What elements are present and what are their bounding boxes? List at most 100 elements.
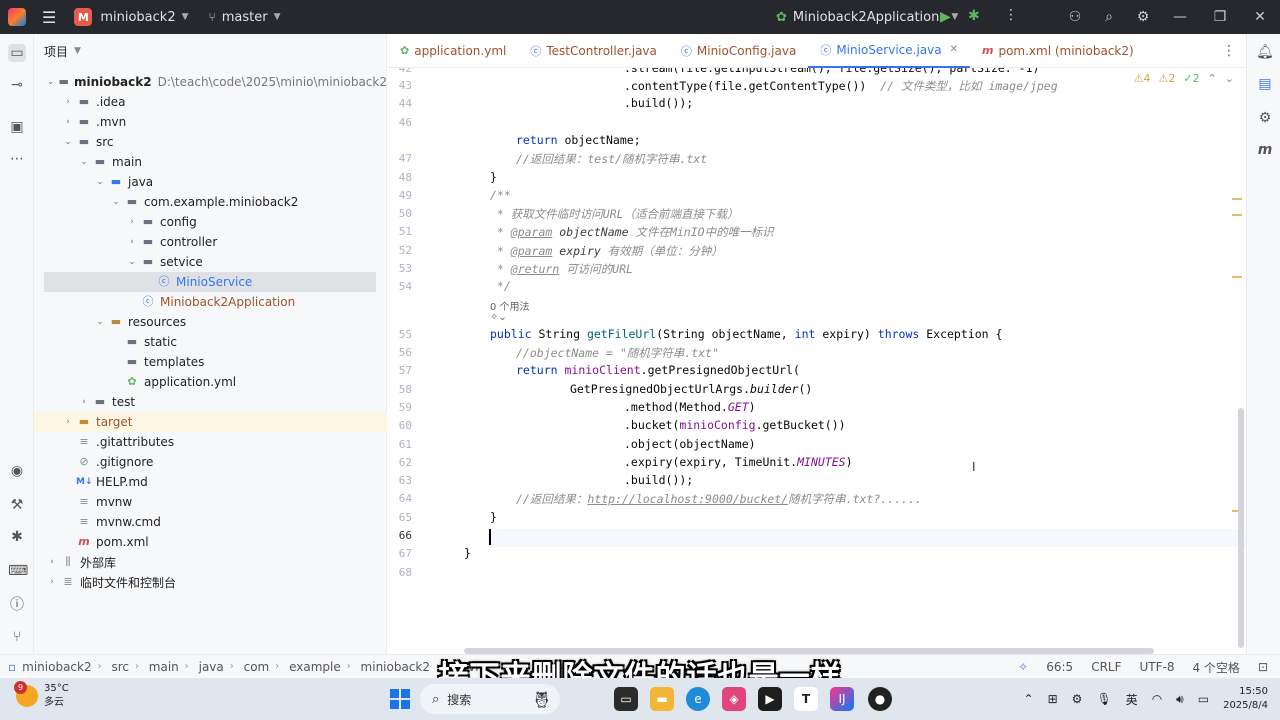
notifications-icon[interactable]: 🔔︎ bbox=[1256, 44, 1274, 60]
project-switcher[interactable]: minioback2 bbox=[100, 10, 175, 25]
tab-minioservice[interactable]: ⓒ MinioService.java ✕ bbox=[808, 34, 970, 68]
chevron-right-icon[interactable]: › bbox=[62, 97, 74, 107]
search-icon[interactable]: ⌕ bbox=[1092, 9, 1126, 25]
add-user-icon[interactable]: ⚇ bbox=[1058, 9, 1092, 25]
chevron-right-icon[interactable]: › bbox=[62, 117, 74, 127]
tab-testcontroller[interactable]: ⓒ TestController.java bbox=[518, 34, 669, 68]
task-view-icon[interactable]: ▭ bbox=[614, 687, 638, 711]
restore-window-icon[interactable]: ❐ bbox=[1200, 9, 1240, 25]
breadcrumb-item[interactable]: main bbox=[149, 660, 179, 674]
hamburger-menu-icon[interactable]: ☰ bbox=[42, 8, 56, 27]
tree-item-static[interactable]: ▬ static bbox=[34, 332, 387, 352]
volume-icon[interactable]: 🔊︎ bbox=[1176, 692, 1184, 707]
branch-switcher[interactable]: master bbox=[222, 10, 268, 25]
chevron-right-icon[interactable]: › bbox=[46, 577, 58, 587]
tree-item-application-class[interactable]: ⓒ Minioback2Application bbox=[34, 292, 387, 312]
file-explorer-icon[interactable]: ▬ bbox=[650, 687, 674, 711]
problems-tool-icon[interactable]: ⓘ bbox=[8, 596, 26, 614]
ai-status-icon[interactable]: ✧ bbox=[1018, 660, 1028, 674]
database-icon[interactable]: ▤ bbox=[1256, 76, 1274, 92]
run-icon[interactable]: ▶ bbox=[940, 9, 951, 25]
tree-item-pom-xml[interactable]: m pom.xml bbox=[34, 532, 387, 552]
usages-hint[interactable]: 0 个用法 bbox=[490, 298, 530, 313]
tab-minioconfig[interactable]: ⓒ MinioConfig.java bbox=[669, 34, 808, 68]
breadcrumb-item[interactable]: minioback2 bbox=[22, 660, 91, 674]
typo-count[interactable]: ✓2 bbox=[1183, 72, 1199, 85]
readonly-toggle-icon[interactable]: ⊡ bbox=[1258, 660, 1268, 674]
settings-gear-icon[interactable]: ⚙ bbox=[1126, 9, 1160, 25]
chevron-right-icon[interactable]: › bbox=[78, 397, 90, 407]
tree-item-external-libraries[interactable]: › ⫼ 外部库 bbox=[34, 552, 387, 572]
weather-widget[interactable]: 9 35°C 多云 bbox=[14, 681, 69, 710]
file-encoding[interactable]: UTF-8 bbox=[1140, 660, 1175, 674]
chevron-up-icon[interactable]: ⌃ bbox=[1208, 72, 1217, 85]
line-separator[interactable]: CRLF bbox=[1091, 660, 1121, 674]
chevron-down-icon[interactable]: ⌄ bbox=[78, 157, 90, 167]
tree-item-scratches[interactable]: › ≣ 临时文件和控制台 bbox=[34, 572, 387, 592]
structure-tool-icon[interactable]: ▣ bbox=[8, 118, 26, 136]
breadcrumb-item[interactable]: com bbox=[244, 660, 270, 674]
typora-app-icon[interactable]: T bbox=[794, 687, 818, 711]
chevron-down-icon[interactable]: ⌄ bbox=[110, 197, 122, 207]
maven-tool-icon[interactable]: m bbox=[1256, 142, 1274, 158]
ai-assistant-icon[interactable]: ⚙ bbox=[1256, 110, 1274, 126]
tree-item-package[interactable]: ⌄ ▬ com.example.minioback2 bbox=[34, 192, 387, 212]
code-editor[interactable]: ⚠4 ⚠2 ✓2 ⌃ ⌄ 42 43 44 46 47 48 49 50 51 … bbox=[388, 68, 1246, 654]
tree-item-main[interactable]: ⌄ ▬ main bbox=[34, 152, 387, 172]
tree-item-java[interactable]: ⌄ ▬ java bbox=[34, 172, 387, 192]
chevron-right-icon[interactable]: › bbox=[62, 417, 74, 427]
breadcrumb-item[interactable]: java bbox=[199, 660, 224, 674]
tab-application-yml[interactable]: ✿ application.yml bbox=[388, 34, 518, 68]
tree-item-resources[interactable]: ⌄ ▬ resources bbox=[34, 312, 387, 332]
inspection-widget[interactable]: ⚠4 ⚠2 ✓2 ⌃ ⌄ bbox=[1134, 72, 1234, 85]
close-window-icon[interactable]: ✕ bbox=[1240, 9, 1280, 25]
intellij-logo-icon[interactable] bbox=[8, 8, 26, 26]
tree-item-config[interactable]: › ▬ config bbox=[34, 212, 387, 232]
project-panel-header[interactable]: 项目 ▼ bbox=[34, 34, 386, 68]
services-tool-icon[interactable]: ◉ bbox=[8, 462, 26, 480]
more-tools-icon[interactable]: ⋯ bbox=[8, 150, 26, 168]
chevron-down-icon[interactable]: ⌄ bbox=[94, 317, 106, 327]
tree-item-test[interactable]: › ▬ test bbox=[34, 392, 387, 412]
tree-item-idea[interactable]: › ▬ .idea bbox=[34, 92, 387, 112]
chevron-right-icon[interactable]: › bbox=[46, 557, 58, 567]
tree-item-src[interactable]: ⌄ ▬ src bbox=[34, 132, 387, 152]
tree-item-gitattributes[interactable]: ≡ .gitattributes bbox=[34, 432, 387, 452]
tree-item-templates[interactable]: ▬ templates bbox=[34, 352, 387, 372]
chevron-down-icon[interactable]: ⌄ bbox=[1225, 72, 1234, 85]
chevron-right-icon[interactable]: › bbox=[126, 237, 138, 247]
project-tool-icon[interactable]: ▭ bbox=[8, 44, 26, 62]
indent-setting[interactable]: 4 个空格 bbox=[1192, 659, 1239, 676]
tree-item-root[interactable]: ⌄ ▬ minioback2 D:\teach\code\2025\minio\… bbox=[34, 72, 387, 92]
tree-item-setvice[interactable]: ⌄ ▬ setvice bbox=[34, 252, 387, 272]
breadcrumb-item[interactable]: minioback2 bbox=[361, 660, 430, 674]
debug-icon[interactable]: ✱ bbox=[968, 8, 980, 24]
minimize-window-icon[interactable]: — bbox=[1160, 9, 1200, 25]
tree-item-controller[interactable]: › ▬ controller bbox=[34, 232, 387, 252]
tree-item-target[interactable]: › ▬ target bbox=[34, 412, 387, 432]
chevron-down-icon[interactable]: ⌄ bbox=[126, 257, 138, 267]
microphone-icon[interactable]: 🎙︎ bbox=[1096, 692, 1111, 706]
app-tray-icon[interactable]: ⚙ bbox=[1072, 692, 1083, 706]
chevron-down-icon[interactable]: ⌄ bbox=[62, 137, 74, 147]
project-badge[interactable]: M bbox=[74, 8, 93, 26]
tree-item-mvn[interactable]: › ▬ .mvn bbox=[34, 112, 387, 132]
tree-item-mvnw-cmd[interactable]: ≡ mvnw.cmd bbox=[34, 512, 387, 532]
input-method[interactable]: 英 bbox=[1126, 691, 1138, 708]
obs-app-icon[interactable]: ● bbox=[868, 687, 892, 711]
tree-item-help-md[interactable]: M↓ HELP.md bbox=[34, 472, 387, 492]
clock[interactable]: 15:50 2025/8/4 bbox=[1223, 685, 1268, 713]
vertical-scrollbar[interactable] bbox=[1238, 408, 1244, 648]
caret-position[interactable]: 66:5 bbox=[1046, 660, 1073, 674]
terminal-app-icon[interactable]: ▶ bbox=[758, 687, 782, 711]
weak-warning-count[interactable]: ⚠2 bbox=[1158, 72, 1175, 85]
run-configuration-selector[interactable]: ✿ Minioback2Application ▼ bbox=[776, 0, 958, 34]
tree-item-gitignore[interactable]: ⊘ .gitignore bbox=[34, 452, 387, 472]
tab-actions-icon[interactable]: ⋮ bbox=[1222, 43, 1236, 59]
battery-icon[interactable]: ▭ bbox=[1198, 692, 1209, 706]
network-status-icon[interactable]: ⊞ bbox=[1048, 692, 1058, 706]
chevron-right-icon[interactable]: › bbox=[126, 217, 138, 227]
intellij-taskbar-icon[interactable]: IJ bbox=[830, 687, 854, 711]
breadcrumb-item[interactable]: setvi bbox=[450, 660, 479, 674]
edge-browser-icon[interactable]: e bbox=[686, 687, 710, 711]
